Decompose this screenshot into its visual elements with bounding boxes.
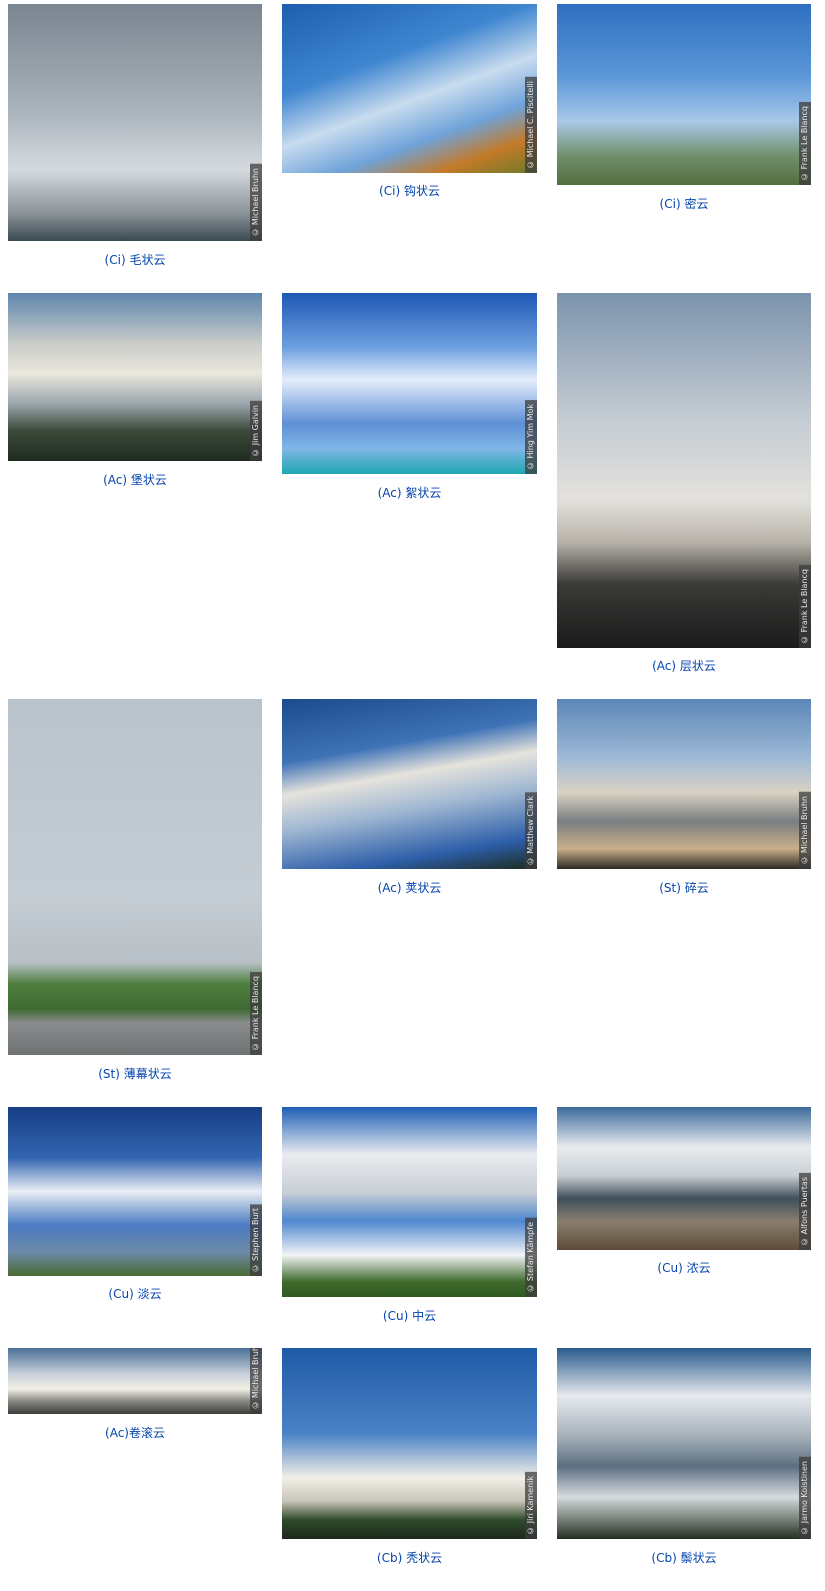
photo-credit: © Jarmo Koistinen xyxy=(799,1457,811,1539)
photo-credit: © Frank Le Blancq xyxy=(799,565,811,648)
photo-credit: © Jim Galvin xyxy=(250,401,262,461)
caption-link[interactable]: (Ci) 毛状云 xyxy=(8,251,262,268)
caption-link[interactable]: (Ci) 钩状云 xyxy=(282,182,537,199)
caption-link[interactable]: (Cu) 中云 xyxy=(282,1307,537,1324)
photo-credit: © Stephen Burt xyxy=(250,1203,262,1276)
caption-link[interactable]: (Ac) 荚状云 xyxy=(282,879,537,896)
cloud-photo-cb-calvus[interactable]: © Jiri Kamenik xyxy=(282,1348,537,1539)
photo-credit: © Michael Bruhn xyxy=(250,1348,262,1414)
cloud-photo-cu-humilis[interactable]: © Stephen Burt xyxy=(8,1107,262,1276)
photo-credit: © Frank Le Blancq xyxy=(250,972,262,1055)
caption-link[interactable]: (Cb) 秃状云 xyxy=(282,1549,537,1566)
cloud-photo-st-nebulosus[interactable]: © Frank Le Blancq xyxy=(8,699,262,1055)
caption-link[interactable]: (Ac) 堡状云 xyxy=(8,471,262,488)
cloud-photo-st-fractus[interactable]: © Michael Bruhn xyxy=(557,699,811,869)
photo-credit: © Alfons Puertas xyxy=(799,1173,811,1250)
photo-credit: © Matthew Clark xyxy=(525,791,537,869)
cloud-photo-ac-castellanus[interactable]: © Jim Galvin xyxy=(8,293,262,461)
cloud-photo-ac-volutus[interactable]: © Michael Bruhn xyxy=(8,1348,262,1414)
photo-credit: © Jiri Kamenik xyxy=(525,1472,537,1539)
caption-link[interactable]: (Ac)卷滚云 xyxy=(8,1424,262,1441)
photo-credit: © Stefan Kämpfe xyxy=(525,1218,537,1297)
cloud-photo-ac-stratiformis[interactable]: © Frank Le Blancq xyxy=(557,293,811,648)
cloud-photo-ci-fibratus[interactable]: © Michael Bruhn xyxy=(8,4,262,241)
cloud-photo-cu-congestus[interactable]: © Alfons Puertas xyxy=(557,1107,811,1250)
caption-link[interactable]: (Ac) 絮状云 xyxy=(282,484,537,501)
cloud-photo-ci-spissatus[interactable]: © Frank Le Blancq xyxy=(557,4,811,185)
caption-link[interactable]: (Cu) 淡云 xyxy=(8,1285,262,1302)
photo-credit: © Michael Bruhn xyxy=(250,164,262,241)
caption-link[interactable]: (Ac) 层状云 xyxy=(557,657,811,674)
photo-credit: © Michael Bruhn xyxy=(799,792,811,869)
caption-link[interactable]: (St) 碎云 xyxy=(557,879,811,896)
cloud-photo-ci-uncinus[interactable]: © Michael C. Piscitelli xyxy=(282,4,537,173)
cloud-photo-cb-capillatus[interactable]: © Jarmo Koistinen xyxy=(557,1348,811,1539)
cloud-photo-cu-mediocris[interactable]: © Stefan Kämpfe xyxy=(282,1107,537,1297)
cloud-photo-ac-floccus[interactable]: © Hing Yim Mok xyxy=(282,293,537,474)
photo-credit: © Michael C. Piscitelli xyxy=(525,77,537,173)
caption-link[interactable]: (St) 薄幕状云 xyxy=(8,1065,262,1082)
caption-link[interactable]: (Ci) 密云 xyxy=(557,195,811,212)
caption-link[interactable]: (Cb) 鬃状云 xyxy=(557,1549,811,1566)
cloud-photo-ac-lenticularis[interactable]: © Matthew Clark xyxy=(282,699,537,869)
photo-credit: © Hing Yim Mok xyxy=(525,399,537,474)
photo-credit: © Frank Le Blancq xyxy=(799,102,811,185)
caption-link[interactable]: (Cu) 浓云 xyxy=(557,1259,811,1276)
